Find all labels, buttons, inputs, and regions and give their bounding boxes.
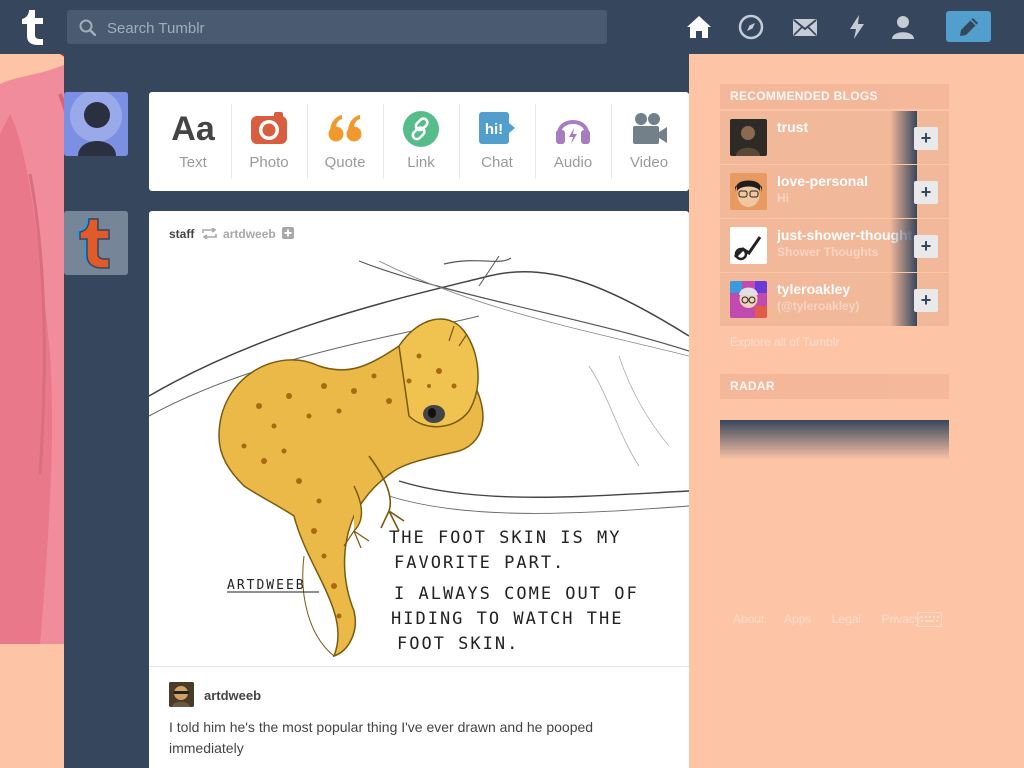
post-type-label: Quote xyxy=(324,154,366,171)
explore-all-link[interactable]: Explore all of Tumblr xyxy=(730,335,839,349)
new-post-bar: Aa Text Photo Quote Link hi! Chat Audio … xyxy=(149,92,689,191)
post-type-label: Photo xyxy=(249,154,289,171)
drawing-text-line: THE FOOT SKIN IS MY xyxy=(389,528,621,548)
recommended-blog-item[interactable]: just-shower-thoughts Shower Thoughts + xyxy=(720,219,949,272)
account-icon[interactable] xyxy=(890,14,916,40)
recommended-blog-item[interactable]: tyleroakley (@tyleroakley) + xyxy=(720,273,949,326)
link-icon xyxy=(403,111,439,147)
post-caption: I told him he's the most popular thing I… xyxy=(169,719,594,756)
chat-icon-text: hi! xyxy=(485,121,503,138)
fade-overlay xyxy=(890,165,917,218)
video-camera-icon xyxy=(633,113,667,144)
blog-avatar xyxy=(730,173,767,210)
keyboard-shortcuts-icon[interactable] xyxy=(917,612,942,627)
top-navigation-bar xyxy=(0,0,1024,54)
dashboard-post: staff artdweeb ARTDWEEB THE FOOT SKIN IS… xyxy=(149,211,689,768)
post-type-label: Link xyxy=(407,154,435,171)
post-type-label: Audio xyxy=(553,154,593,171)
drawing-text-line: FAVORITE PART. xyxy=(394,553,565,573)
search-bar[interactable] xyxy=(67,10,607,46)
source-blog-name[interactable]: artdweeb xyxy=(204,688,261,703)
post-type-label: Text xyxy=(179,154,207,171)
radar-post[interactable] xyxy=(720,420,949,460)
source-avatar[interactable] xyxy=(169,682,194,707)
divider xyxy=(149,666,689,667)
post-type-text[interactable]: Aa Text xyxy=(155,92,231,191)
inbox-icon[interactable] xyxy=(792,14,818,40)
search-icon xyxy=(79,19,96,36)
post-type-video[interactable]: Video xyxy=(611,92,687,191)
reblog-icon xyxy=(201,227,217,240)
text-icon: Aa xyxy=(171,110,215,148)
compose-button[interactable] xyxy=(946,11,991,42)
staff-avatar[interactable] xyxy=(64,211,128,275)
recommended-blog-item[interactable]: trust + xyxy=(720,111,949,164)
fade-overlay xyxy=(890,219,917,272)
activity-icon[interactable] xyxy=(844,14,870,40)
fade-overlay xyxy=(890,273,917,326)
blog-avatar xyxy=(730,281,767,318)
artist-signature: ARTDWEEB xyxy=(227,578,306,593)
post-type-quote[interactable]: Quote xyxy=(307,92,383,191)
search-input[interactable] xyxy=(105,10,599,46)
post-header: staff artdweeb xyxy=(169,227,295,241)
reblog-source-link[interactable]: artdweeb xyxy=(223,227,276,241)
post-type-label: Chat xyxy=(481,154,513,171)
post-type-chat[interactable]: hi! Chat xyxy=(459,92,535,191)
chat-icon: hi! xyxy=(479,112,515,144)
drawing-text-line: HIDING TO WATCH THE xyxy=(391,609,623,629)
drawing-text-line: I ALWAYS COME OUT OF xyxy=(394,584,639,604)
follow-button[interactable]: + xyxy=(914,127,938,150)
blog-avatar xyxy=(730,227,767,264)
tumblr-logo[interactable] xyxy=(18,8,48,46)
footer-links: About Apps Legal Privacy xyxy=(733,612,938,626)
follow-button[interactable]: + xyxy=(914,181,938,204)
post-author-link[interactable]: staff xyxy=(169,227,194,241)
footer-apps-link[interactable]: Apps xyxy=(784,612,811,626)
post-type-link[interactable]: Link xyxy=(383,92,459,191)
drawing-text-line: FOOT SKIN. xyxy=(397,634,519,654)
fade-overlay xyxy=(890,111,917,164)
home-icon[interactable] xyxy=(686,14,712,40)
footer-legal-link[interactable]: Legal xyxy=(832,612,861,626)
post-type-photo[interactable]: Photo xyxy=(231,92,307,191)
headphones-icon xyxy=(556,120,590,144)
follow-button[interactable]: + xyxy=(914,235,938,258)
camera-icon xyxy=(251,112,287,144)
footer-privacy-link[interactable]: Privacy xyxy=(881,612,920,626)
quote-icon xyxy=(328,115,362,142)
explore-icon[interactable] xyxy=(738,14,764,40)
blog-avatar xyxy=(730,119,767,156)
follow-plus-icon[interactable] xyxy=(282,227,295,239)
recommended-blogs-title: RECOMMENDED BLOGS xyxy=(720,84,949,109)
footer-about-link[interactable]: About xyxy=(733,612,764,626)
user-avatar[interactable] xyxy=(64,92,128,156)
post-image-gecko-drawing[interactable]: ARTDWEEB THE FOOT SKIN IS MY FAVORITE PA… xyxy=(149,256,689,666)
pencil-icon xyxy=(960,18,978,36)
follow-button[interactable]: + xyxy=(914,289,938,312)
recommended-blog-item[interactable]: love-personal Hi + xyxy=(720,165,949,218)
post-type-audio[interactable]: Audio xyxy=(535,92,611,191)
radar-title: RADAR xyxy=(720,374,949,399)
post-type-label: Video xyxy=(629,154,669,171)
